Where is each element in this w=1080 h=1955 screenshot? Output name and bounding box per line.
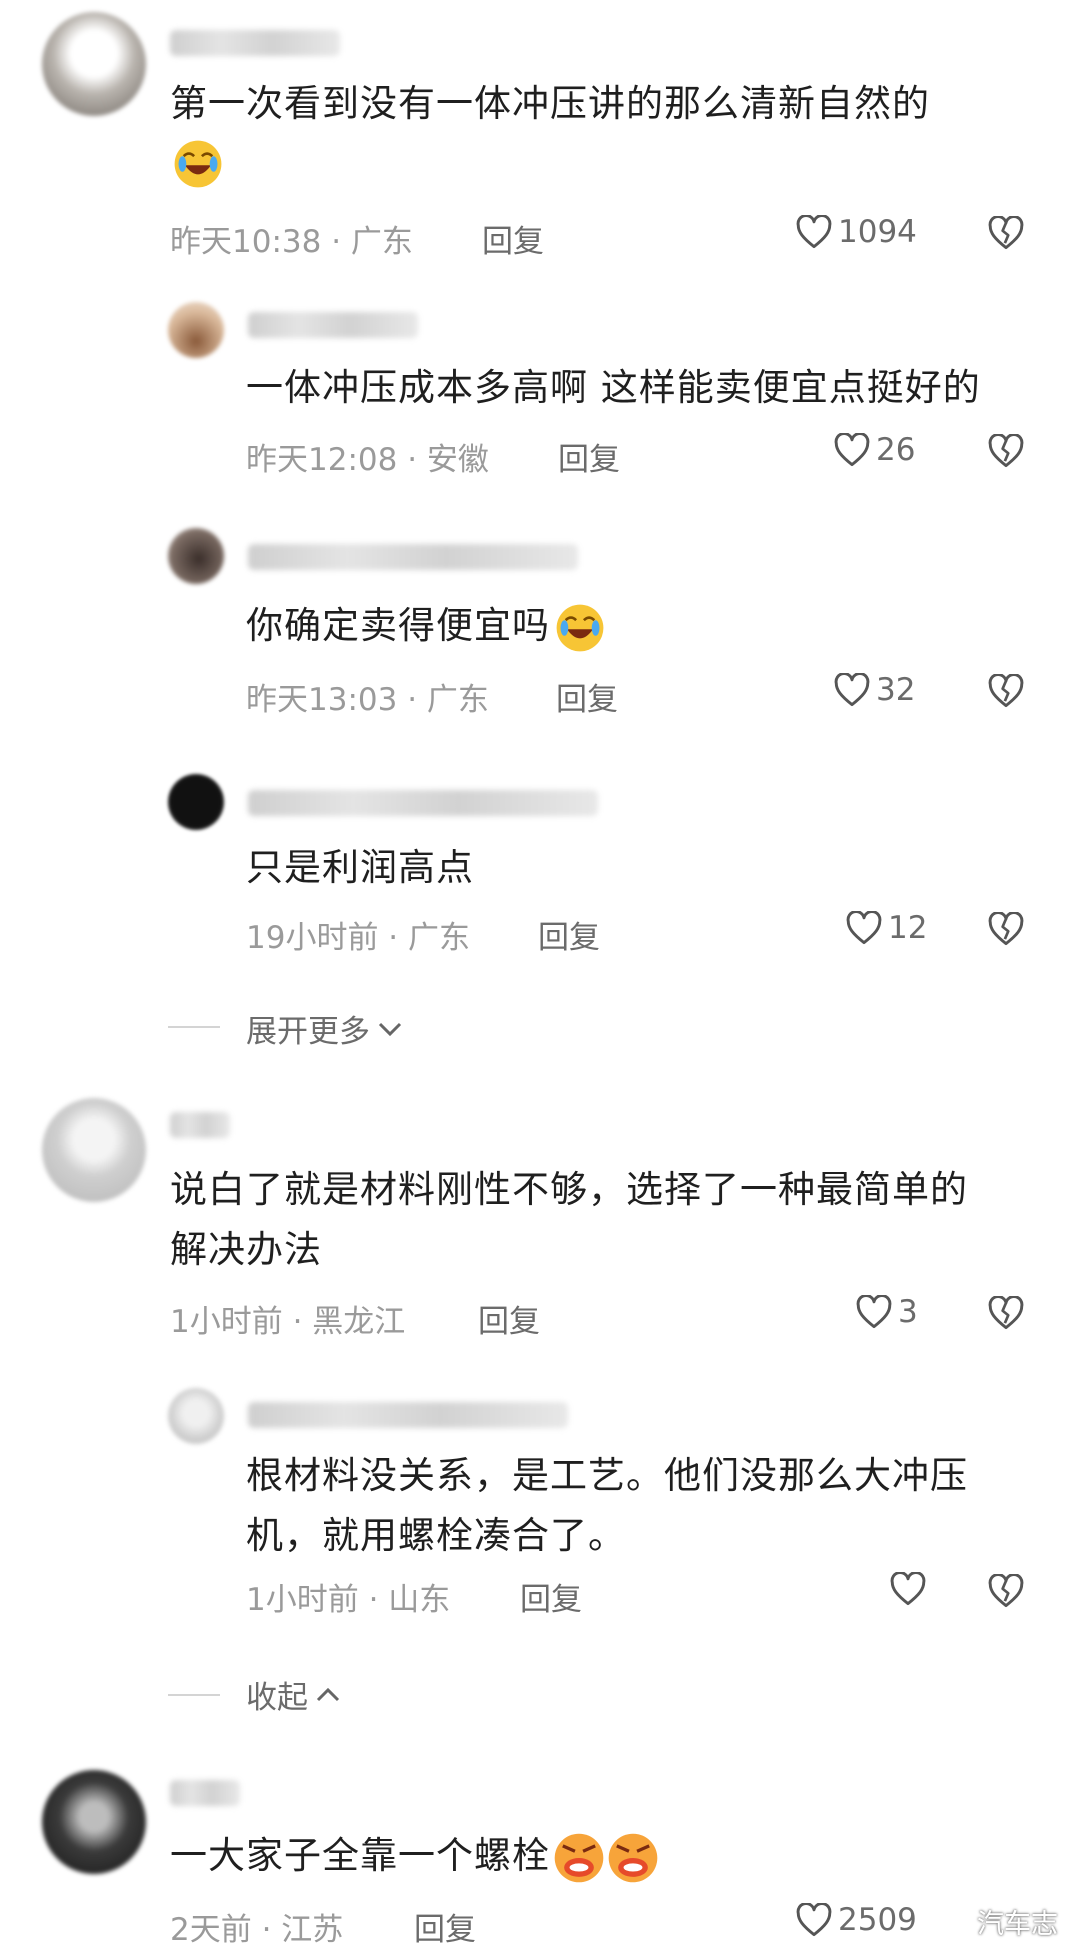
like-count: 2509 [838, 1902, 917, 1938]
watermark: 汽车志 [929, 1902, 1058, 1941]
dislike-button[interactable] [988, 216, 1024, 250]
broken-heart-icon [988, 1574, 1024, 1608]
username[interactable] [248, 1402, 568, 1428]
comment-text: 一大家子全靠一个螺栓 [170, 1826, 660, 1886]
laugh-tears-emoji [172, 138, 224, 190]
angry-face-emoji [606, 1831, 660, 1885]
like-count: 1094 [838, 214, 917, 250]
username[interactable] [248, 312, 418, 338]
heart-outline-icon [834, 673, 870, 707]
reply-button[interactable]: 回复 [482, 216, 544, 261]
comment-meta: 昨天12:08 · 安徽 [246, 442, 489, 478]
like-count: 12 [888, 910, 928, 946]
username[interactable] [248, 790, 598, 816]
expand-more-label: 展开更多 [246, 1014, 370, 1050]
collapse-label: 收起 [246, 1680, 308, 1716]
username[interactable] [170, 1112, 230, 1138]
laugh-tears-emoji [554, 602, 606, 654]
username[interactable] [170, 30, 340, 56]
avatar[interactable] [168, 528, 224, 584]
comment-text: 你确定卖得便宜吗 [246, 596, 606, 656]
expand-more-button[interactable]: 展开更多 [246, 1006, 404, 1051]
like-count: 32 [876, 672, 916, 708]
avatar[interactable] [42, 12, 146, 116]
chevron-down-icon [378, 1022, 402, 1036]
comment-text: 说白了就是材料刚性不够，选择了一种最简单的 解决办法 [170, 1168, 968, 1271]
dislike-button[interactable] [988, 1296, 1024, 1330]
username[interactable] [248, 544, 578, 570]
like-button[interactable]: 12 [846, 910, 927, 946]
avatar[interactable] [42, 1098, 146, 1202]
like-button[interactable] [890, 1572, 926, 1606]
broken-heart-icon [988, 912, 1024, 946]
like-button[interactable]: 32 [834, 672, 915, 708]
reply-button[interactable]: 回复 [558, 434, 620, 479]
heart-outline-icon [834, 433, 870, 467]
username[interactable] [170, 1780, 240, 1806]
dislike-button[interactable] [988, 434, 1024, 468]
like-button[interactable]: 2509 [796, 1902, 917, 1938]
collapse-button[interactable]: 收起 [246, 1672, 342, 1717]
reply-button[interactable]: 回复 [478, 1296, 540, 1341]
comment-meta: 2天前 · 江苏 [170, 1912, 344, 1948]
heart-outline-icon [890, 1572, 926, 1606]
watermark-text: 汽车志 [977, 1909, 1058, 1940]
broken-heart-icon [988, 434, 1024, 468]
comment-text: 只是利润高点 [246, 846, 474, 889]
comment-meta: 昨天13:03 · 广东 [246, 682, 489, 718]
divider-line [168, 1694, 220, 1696]
like-count: 26 [876, 432, 916, 468]
reply-button[interactable]: 回复 [414, 1904, 476, 1949]
like-button[interactable]: 3 [856, 1294, 918, 1330]
avatar[interactable] [168, 302, 224, 358]
comment-meta: 19小时前 · 广东 [246, 920, 471, 956]
angry-face-emoji [552, 1831, 606, 1885]
reply-button[interactable]: 回复 [556, 674, 618, 719]
broken-heart-icon [988, 1296, 1024, 1330]
like-count: 3 [898, 1294, 918, 1330]
comment-text: 根材料没关系，是工艺。他们没那么大冲压 机，就用螺栓凑合了。 [246, 1454, 968, 1557]
heart-outline-icon [796, 1903, 832, 1937]
chevron-up-icon [316, 1687, 340, 1701]
comment-meta: 1小时前 · 黑龙江 [170, 1304, 406, 1340]
reply-button[interactable]: 回复 [520, 1574, 582, 1619]
dislike-button[interactable] [988, 912, 1024, 946]
comment-text: 一体冲压成本多高啊 这样能卖便宜点挺好的 [246, 366, 981, 409]
divider-line [168, 1026, 220, 1028]
comment-text: 第一次看到没有一体冲压讲的那么清新自然的 [170, 82, 930, 125]
heart-outline-icon [856, 1295, 892, 1329]
avatar[interactable] [168, 1388, 224, 1444]
reply-button[interactable]: 回复 [538, 912, 600, 957]
heart-outline-icon [796, 215, 832, 249]
like-button[interactable]: 1094 [796, 214, 917, 250]
dislike-button[interactable] [988, 1574, 1024, 1608]
dislike-button[interactable] [988, 674, 1024, 708]
broken-heart-icon [988, 216, 1024, 250]
comment-meta: 昨天10:38 · 广东 [170, 224, 413, 260]
avatar[interactable] [168, 774, 224, 830]
broken-heart-icon [988, 674, 1024, 708]
wechat-icon [929, 1907, 969, 1936]
comment-meta: 1小时前 · 山东 [246, 1582, 451, 1618]
heart-outline-icon [846, 911, 882, 945]
avatar[interactable] [42, 1770, 146, 1874]
like-button[interactable]: 26 [834, 432, 915, 468]
